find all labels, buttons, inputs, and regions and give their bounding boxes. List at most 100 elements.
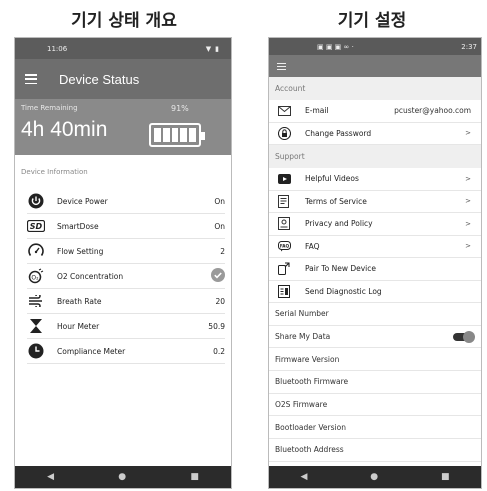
home-icon[interactable]: ● [118,472,126,482]
row-label: Helpful Videos [305,174,359,184]
menu-icon[interactable] [25,74,37,84]
row-label: Firmware Version [275,354,340,364]
info-row: Bluetooth Address [269,439,481,462]
support-list: Helpful Videos > Terms of Service > Privacy … [269,168,481,303]
row-label: Serial Number [275,309,329,319]
status-time: 11:06 [47,44,68,53]
page-title: Device Status [59,71,140,87]
device-info-row: Breath Rate 20 [27,289,225,314]
wind-icon [27,292,45,310]
recents-icon[interactable]: ■ [190,472,199,482]
support-header: Support [269,145,481,168]
wifi-icon: ▼ [205,44,212,53]
hourglass-icon [27,317,45,335]
lock-icon [277,126,291,140]
share-data-toggle[interactable] [453,330,475,343]
svg-text:FAQ: FAQ [279,243,289,248]
row-label: SmartDose [57,221,99,231]
info-row: Bluetooth Firmware [269,371,481,394]
settings-row[interactable]: Pair To New Device [269,258,481,281]
chevron-right-icon: > [465,197,471,206]
row-label: Device Power [57,196,108,206]
row-label: O2S Firmware [275,400,328,410]
row-label: Bootloader Version [275,422,346,432]
faq-icon: FAQ [277,239,291,253]
svg-text:O₂: O₂ [31,275,39,282]
row-value: On [214,221,225,231]
device-status-screen: 11:06 ▼ ▮ Device Status Time Remaining 9… [14,37,232,489]
device-info-row: Device Power On [27,189,225,214]
chevron-right-icon: > [465,174,471,183]
row-value: 2 [220,246,225,256]
row-label: Hour Meter [57,321,100,331]
video-icon [277,172,291,186]
sd-icon: SD [27,217,45,235]
back-icon[interactable]: ◀ [300,472,307,482]
settings-row[interactable]: Helpful Videos > [269,168,481,191]
device-info-row: Compliance Meter 0.2 [27,339,225,364]
recents-icon[interactable]: ■ [441,472,450,482]
back-icon[interactable]: ◀ [47,472,54,482]
time-remaining-label: Time Remaining [21,104,78,112]
menu-icon[interactable] [277,62,286,70]
row-label: Compliance Meter [57,346,126,356]
status-bar: 11:06 ▼ ▮ [15,38,231,59]
row-label: Breath Rate [57,296,102,306]
mail-icon [277,104,291,118]
settings-row[interactable]: Terms of Service > [269,191,481,213]
row-label: O2 Concentration [57,271,124,281]
row-label: Terms of Service [305,196,367,206]
info-row: Serial Number [269,303,481,326]
account-header: Account [269,77,481,100]
caption-device-settings: 기기 설정 [337,11,407,31]
status-time: 2:37 [461,42,477,51]
row-label: Change Password [305,128,372,138]
app-bar [269,55,481,77]
row-value: 0.2 [213,346,225,356]
battery-icon [149,123,205,147]
settings-row[interactable]: E-mail pcuster@yahoo.com [269,100,481,123]
chevron-right-icon: > [465,219,471,228]
row-value: pcuster@yahoo.com [394,106,471,116]
info-row[interactable]: Share My Data [269,326,481,349]
gauge-icon [27,242,45,260]
android-nav-bar: ◀ ● ■ [269,466,481,488]
home-icon[interactable]: ● [370,472,378,482]
account-list: E-mail pcuster@yahoo.com Change Password > [269,100,481,145]
settings-row[interactable]: Change Password > [269,123,481,145]
row-label: Pair To New Device [305,264,377,274]
time-remaining-value: 4h 40min [21,118,108,141]
info-row: O2S Firmware [269,394,481,417]
info-row: Bootloader Version [269,416,481,440]
row-value: 50.9 [208,321,225,331]
chevron-right-icon: > [465,129,471,138]
row-value: On [214,196,225,206]
row-label: FAQ [305,241,320,251]
device-info-row: Hour Meter 50.9 [27,314,225,339]
status-bar: ▣ ▣ ▣ ∞ · 2:37 [269,38,481,55]
row-label: Flow Setting [57,246,104,256]
row-label: E-mail [305,106,329,116]
battery-status-icon: ▮ [215,44,219,53]
o2-icon: O₂ [27,267,45,285]
app-bar: Device Status [15,59,231,99]
device-info-list: Device Power On SD SmartDose On Flow Setting 2… [15,189,231,364]
settings-row[interactable]: Send Diagnostic Log [269,281,481,303]
clock-icon [27,342,45,360]
device-info-row: SD SmartDose On [27,214,225,239]
device-info-row: O₂ O2 Concentration [27,264,225,289]
settings-row[interactable]: FAQ FAQ > [269,236,481,258]
settings-row[interactable]: Privacy and Policy > [269,213,481,236]
android-nav-bar: ◀ ● ■ [15,466,231,488]
privacy-icon [277,217,291,231]
notification-icons: ▣ ▣ ▣ ∞ · [317,42,354,51]
row-label: Bluetooth Firmware [275,377,349,387]
device-info-row: Flow Setting 2 [27,239,225,264]
row-label: Send Diagnostic Log [305,286,382,296]
row-label: Privacy and Policy [305,219,373,229]
caption-device-status-overview: 기기 상태 개요 [71,11,177,31]
svg-text:SD: SD [30,222,43,231]
power-icon [27,192,45,210]
device-settings-screen: ▣ ▣ ▣ ∞ · 2:37 Account E-mail pcuster@yah… [268,37,482,489]
row-label: Share My Data [275,332,331,342]
